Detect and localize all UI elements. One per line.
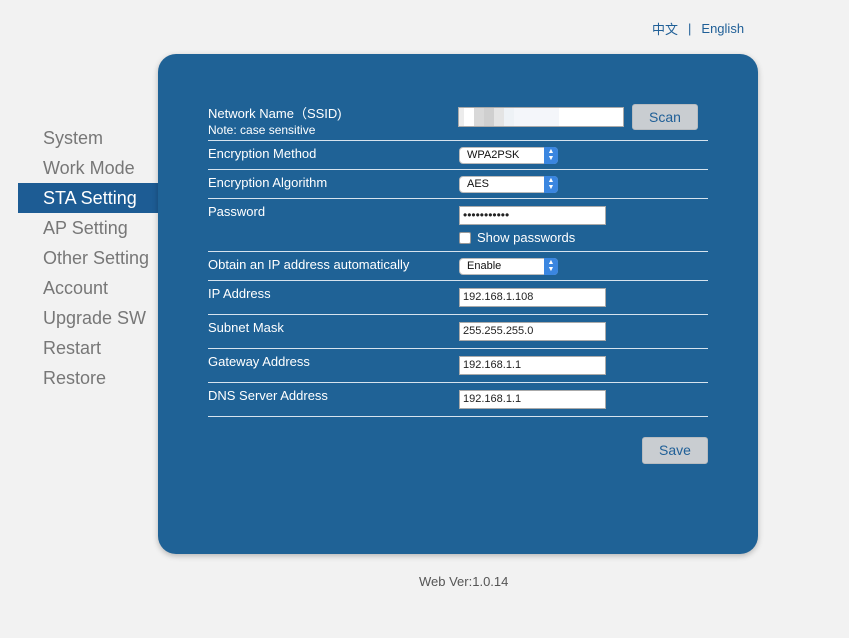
sidebar-item-restart[interactable]: Restart [18, 333, 158, 363]
encryption-method-label: Encryption Method [208, 146, 317, 161]
show-passwords-checkbox[interactable] [459, 231, 471, 244]
encryption-method-select[interactable]: WPA2PSK ▲ ▼ [459, 147, 558, 164]
dhcp-value: Enable [467, 260, 502, 272]
sidebar-nav: System Work Mode STA Setting AP Setting … [18, 123, 158, 393]
encryption-algorithm-label: Encryption Algorithm [208, 175, 328, 190]
encryption-algorithm-value: AES [467, 178, 490, 190]
select-arrows-icon: ▲ ▼ [544, 176, 558, 193]
lang-chinese-link[interactable]: 中文 [652, 19, 678, 38]
subnet-mask-input[interactable]: 255.255.255.0 [459, 322, 606, 341]
dns-input[interactable]: 192.168.1.1 [459, 390, 606, 409]
select-arrows-icon: ▲ ▼ [544, 147, 558, 164]
subnet-mask-label: Subnet Mask [208, 320, 284, 335]
scan-button[interactable]: Scan [632, 104, 698, 130]
gateway-row: Gateway Address 192.168.1.1 [208, 349, 708, 383]
ssid-input[interactable] [458, 107, 624, 127]
show-passwords-toggle[interactable]: Show passwords [459, 230, 575, 245]
sidebar-item-upgrade-sw[interactable]: Upgrade SW [18, 303, 158, 333]
gateway-label: Gateway Address [208, 354, 310, 369]
sidebar-item-account[interactable]: Account [18, 273, 158, 303]
gateway-input[interactable]: 192.168.1.1 [459, 356, 606, 375]
password-label: Password [208, 204, 266, 219]
show-passwords-label: Show passwords [477, 230, 576, 245]
sidebar-item-system[interactable]: System [18, 123, 158, 153]
dhcp-row: Obtain an IP address automatically Enabl… [208, 252, 708, 281]
ip-address-input[interactable]: 192.168.1.108 [459, 288, 606, 307]
password-input[interactable]: ••••••••••• [459, 206, 606, 225]
ip-address-row: IP Address 192.168.1.108 [208, 281, 708, 315]
encryption-method-value: WPA2PSK [467, 149, 520, 161]
sidebar-item-ap-setting[interactable]: AP Setting [18, 213, 158, 243]
subnet-mask-row: Subnet Mask 255.255.255.0 [208, 315, 708, 349]
sidebar-item-restore[interactable]: Restore [18, 363, 158, 393]
sidebar-item-sta-setting[interactable]: STA Setting [18, 183, 158, 213]
lang-english-link[interactable]: English [701, 21, 744, 36]
dns-label: DNS Server Address [208, 388, 328, 403]
encryption-method-row: Encryption Method WPA2PSK ▲ ▼ [208, 141, 708, 170]
encryption-algorithm-select[interactable]: AES ▲ ▼ [459, 176, 558, 193]
dhcp-label: Obtain an IP address automatically [208, 257, 410, 272]
ssid-label: Network Name（SSID) [208, 106, 342, 121]
encryption-algorithm-row: Encryption Algorithm AES ▲ ▼ [208, 170, 708, 199]
ssid-note: Note: case sensitive [208, 123, 316, 137]
dns-row: DNS Server Address 192.168.1.1 [208, 383, 708, 417]
web-version: Web Ver:1.0.14 [419, 574, 509, 589]
sidebar-item-work-mode[interactable]: Work Mode [18, 153, 158, 183]
lang-separator: | [688, 21, 692, 36]
ssid-row: Network Name（SSID) Note: case sensitive … [208, 102, 708, 141]
language-switcher: 中文 | English [652, 19, 744, 38]
password-row: Password ••••••••••• Show passwords [208, 199, 708, 252]
sidebar-item-other-setting[interactable]: Other Setting [18, 243, 158, 273]
select-arrows-icon: ▲ ▼ [544, 258, 558, 275]
save-button[interactable]: Save [642, 437, 708, 464]
ip-address-label: IP Address [208, 286, 271, 301]
dhcp-select[interactable]: Enable ▲ ▼ [459, 258, 558, 275]
sta-settings-panel: Network Name（SSID) Note: case sensitive … [158, 54, 758, 554]
